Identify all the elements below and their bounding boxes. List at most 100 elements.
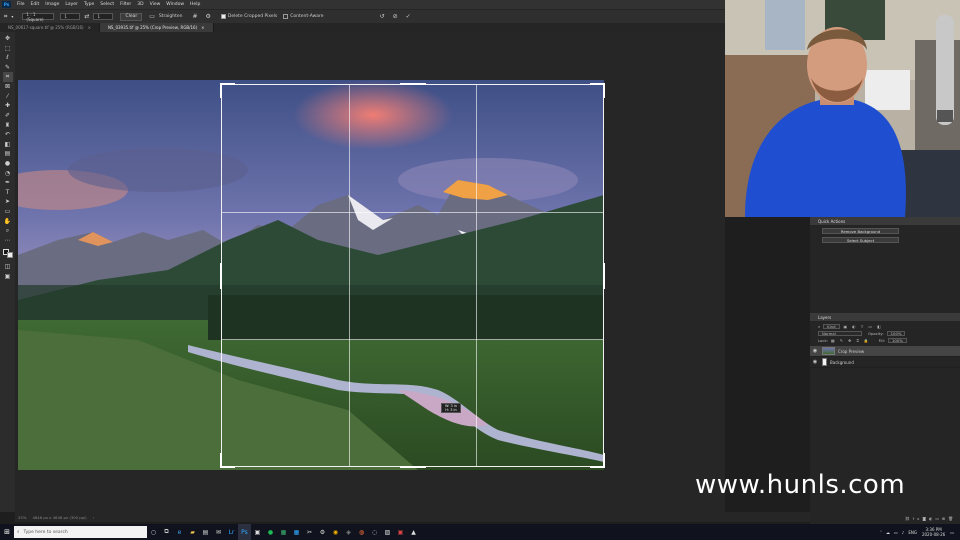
history-brush-icon[interactable]: ↶ — [3, 130, 13, 140]
menu-3d[interactable]: 3D — [134, 2, 146, 7]
settings-gear-icon[interactable]: ⚙ — [206, 13, 211, 20]
app-icon[interactable]: ✂ — [303, 524, 316, 540]
mask-icon[interactable]: ◙ — [922, 516, 929, 521]
remove-background-button[interactable]: Remove Background — [822, 228, 899, 234]
crop-handle-top-left[interactable] — [220, 83, 235, 85]
cancel-icon[interactable]: ⊘ — [393, 13, 398, 20]
cortana-icon[interactable]: ○ — [147, 524, 160, 540]
blur-icon[interactable]: ● — [3, 159, 13, 169]
ratio-preset-select[interactable]: 1 : 1 (Square) — [22, 12, 55, 22]
clock[interactable]: 3:36 PM 2020-08-26 — [922, 527, 945, 537]
shape-icon[interactable]: ▭ — [3, 207, 13, 217]
app-icon[interactable]: ▦ — [290, 524, 303, 540]
chevron-up-icon[interactable]: ˄ — [880, 530, 882, 535]
spotify-icon[interactable]: ● — [264, 524, 277, 540]
move-icon[interactable]: ✥ — [3, 34, 13, 44]
menu-layer[interactable]: Layer — [62, 2, 81, 7]
crop-tool-preset-icon[interactable]: ⌗ — [4, 13, 7, 21]
ratio-width-input[interactable]: 1 — [60, 13, 81, 20]
menu-edit[interactable]: Edit — [28, 2, 43, 7]
zoom-level[interactable]: 25% — [18, 515, 26, 520]
chevron-down-icon[interactable]: ▾ — [11, 14, 13, 19]
crop-handle-bottom-right[interactable] — [603, 453, 605, 468]
delete-cropped-checkbox[interactable] — [220, 14, 226, 19]
app-icon[interactable]: ◈ — [342, 524, 355, 540]
menu-window[interactable]: Window — [163, 2, 187, 7]
commit-check-icon[interactable]: ✓ — [406, 13, 411, 20]
lock-icons[interactable]: ▦ ✎ ✥ ⌗ 🔒 — [831, 338, 871, 343]
app-icon[interactable]: ▲ — [407, 524, 420, 540]
swap-icon[interactable]: ⇄ — [84, 13, 89, 20]
crop-handle-top-right[interactable] — [603, 83, 605, 98]
more-icon[interactable]: ⋯ — [3, 235, 13, 245]
content-aware-checkbox[interactable] — [283, 14, 289, 19]
cloud-icon[interactable]: ☁ — [886, 530, 890, 535]
menu-image[interactable]: Image — [42, 2, 62, 7]
crop-handle-left[interactable] — [220, 263, 222, 289]
quick-mask-icon[interactable]: ◫ — [3, 262, 13, 272]
close-icon[interactable]: × — [201, 25, 204, 30]
file-explorer-icon[interactable]: ▰ — [186, 524, 199, 540]
fill-input[interactable]: 100% — [887, 338, 907, 343]
windows-start-icon[interactable]: ⊞ — [0, 524, 14, 540]
path-select-icon[interactable]: ➤ — [3, 197, 13, 207]
straighten-label[interactable]: Straighten — [159, 14, 183, 19]
menu-filter[interactable]: Filter — [117, 2, 134, 7]
gradient-icon[interactable]: ▤ — [3, 149, 13, 159]
overlay-grid-icon[interactable]: # — [192, 13, 197, 20]
group-icon[interactable]: ▭ — [935, 516, 942, 521]
screen-mode-icon[interactable]: ▣ — [3, 272, 13, 282]
type-icon[interactable]: T — [3, 188, 13, 198]
menu-view[interactable]: View — [147, 2, 164, 7]
app-icon[interactable]: ▣ — [394, 524, 407, 540]
quick-actions-header[interactable]: Quick Actions — [810, 217, 960, 225]
reset-icon[interactable]: ↺ — [380, 13, 385, 20]
app-icon[interactable]: ⚙ — [316, 524, 329, 540]
marquee-icon[interactable]: ⬚ — [3, 44, 13, 54]
crop-handle-bottom-left[interactable] — [220, 453, 222, 468]
menu-select[interactable]: Select — [97, 2, 117, 7]
taskbar-search[interactable]: ⌕ Type here to search — [14, 526, 147, 538]
store-icon[interactable]: ▤ — [199, 524, 212, 540]
eyedropper-icon[interactable]: ⁄ — [3, 92, 13, 102]
ratio-height-input[interactable]: 1 — [93, 13, 114, 20]
menu-help[interactable]: Help — [187, 2, 203, 7]
notifications-icon[interactable]: ▭ — [950, 530, 954, 535]
fx-icon[interactable]: fx — [913, 516, 923, 521]
language-indicator[interactable]: ENG — [908, 530, 917, 535]
layers-header[interactable]: Layers — [810, 313, 960, 321]
straighten-icon[interactable]: ▭ — [149, 13, 155, 20]
chrome-icon[interactable]: ◉ — [329, 524, 342, 540]
chevron-right-icon[interactable]: › — [93, 515, 95, 520]
task-view-icon[interactable]: ⧉ — [160, 524, 173, 540]
close-icon[interactable]: × — [88, 25, 91, 30]
crop-icon[interactable]: ⌗ — [2, 72, 13, 82]
layer-row-crop-preview[interactable]: ◉ Crop Preview — [810, 346, 960, 357]
crop-handle-bottom[interactable] — [400, 466, 426, 468]
eye-icon[interactable]: ◉ — [810, 359, 820, 365]
pen-icon[interactable]: ✒ — [3, 178, 13, 188]
edge-icon[interactable]: e — [173, 524, 186, 540]
background-color-swatch[interactable] — [6, 252, 13, 259]
crop-handle-bottom-left[interactable] — [220, 466, 235, 468]
frame-icon[interactable]: ⊠ — [3, 82, 13, 92]
eye-icon[interactable]: ◉ — [810, 348, 820, 354]
link-layers-icon[interactable]: ⛓ — [905, 516, 913, 521]
brush-icon[interactable]: ✐ — [3, 111, 13, 121]
volume-icon[interactable]: ♪ — [902, 530, 905, 535]
menu-file[interactable]: File — [14, 2, 28, 7]
clear-button[interactable]: Clear — [120, 12, 143, 21]
layer-row-background[interactable]: ◉ Background — [810, 357, 960, 368]
lasso-icon[interactable]: ℓ — [3, 53, 13, 63]
app-icon[interactable]: ◌ — [368, 524, 381, 540]
opacity-input[interactable]: 100% — [886, 331, 906, 336]
tab-document-1[interactable]: NS_00617-square.tif @ 25% (RGB/16) × — [0, 23, 100, 32]
lightroom-icon[interactable]: Lr — [225, 524, 238, 540]
app-icon[interactable]: ▦ — [277, 524, 290, 540]
tab-document-2[interactable]: NS_03935.tif @ 25% (Crop Preview, RGB/16… — [99, 23, 214, 32]
blend-mode-select[interactable]: Normal — [818, 331, 862, 336]
app-icon[interactable]: ▨ — [381, 524, 394, 540]
menu-type[interactable]: Type — [81, 2, 97, 7]
photoshop-icon[interactable]: Ps — [238, 524, 251, 540]
dodge-icon[interactable]: ◔ — [3, 168, 13, 178]
